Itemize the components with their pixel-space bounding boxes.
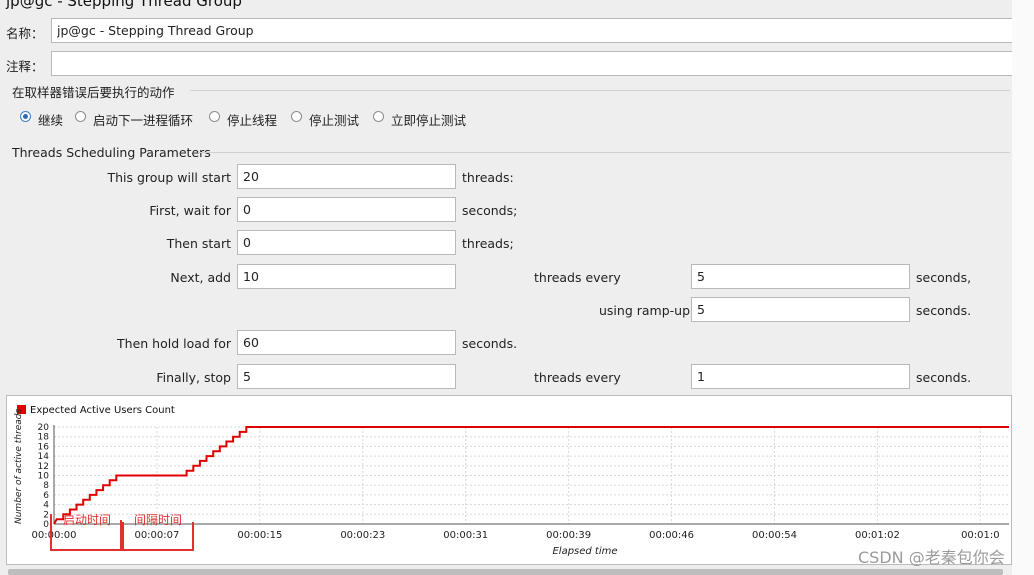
chart-panel: Expected Active Users Count 0 2 4 6 8 10 12 14 1… <box>6 395 1012 565</box>
next-add-unit: seconds, <box>916 270 972 285</box>
first-wait-unit: seconds; <box>462 203 518 218</box>
y-tick-label: 10 <box>38 472 50 482</box>
error-action-separator <box>190 90 1010 91</box>
x-tick-label: 00:01:02 <box>855 530 900 541</box>
ramp-up-label: using ramp-up <box>599 303 691 318</box>
next-add-label: Next, add <box>170 270 231 285</box>
first-wait-input[interactable] <box>237 197 456 222</box>
y-tick-label: 12 <box>38 462 49 472</box>
x-tick-label: 00:00:07 <box>134 530 179 541</box>
then-start-label: Then start <box>166 236 231 251</box>
start-threads-unit: threads: <box>462 170 514 185</box>
radio-label-stop-test: 停止测试 <box>309 113 360 128</box>
radio-label-start-next-loop: 启动下一进程循环 <box>93 113 194 128</box>
ramp-up-unit: seconds. <box>916 303 972 318</box>
finally-stop-interval-input[interactable] <box>691 364 910 389</box>
annotation-startup-time: 启动时间 <box>63 513 111 527</box>
y-tick-label: 18 <box>38 433 50 443</box>
next-add-interval-input[interactable] <box>691 264 910 289</box>
x-tick-label: 00:00:15 <box>237 530 282 541</box>
x-tick-label: 00:00:31 <box>443 530 488 541</box>
y-tick-label: 14 <box>38 452 50 462</box>
first-wait-label: First, wait for <box>149 203 231 218</box>
active-users-chart: Expected Active Users Count 024681012141… <box>14 405 1009 557</box>
start-threads-input[interactable] <box>237 164 456 189</box>
y-tick-label: 6 <box>43 491 49 501</box>
legend-label: Expected Active Users Count <box>30 405 175 416</box>
name-label: 名称： <box>6 26 44 41</box>
x-tick-label: 00:00:46 <box>649 530 694 541</box>
comment-label: 注释： <box>6 59 44 74</box>
radio-dot[interactable] <box>75 111 86 122</box>
finally-stop-mid-label: threads every <box>534 370 621 385</box>
hold-load-unit: seconds. <box>462 336 518 351</box>
scheduling-title: Threads Scheduling Parameters <box>12 145 211 160</box>
x-axis-label: Elapsed time <box>552 546 617 557</box>
radio-label-stop-test-now: 立即停止测试 <box>391 113 467 128</box>
then-start-unit: threads; <box>462 236 514 251</box>
chart-legend: Expected Active Users Count <box>17 405 175 416</box>
annotation-interval-time: 间隔时间 <box>134 513 182 527</box>
radio-label-stop-thread: 停止线程 <box>227 113 278 128</box>
watermark: CSDN @老秦包你会 <box>858 548 1005 567</box>
y-axis-label: Number of active threads <box>14 409 24 524</box>
start-threads-label: This group will start <box>107 170 231 185</box>
y-axis: 02468101214161820 <box>38 423 55 530</box>
name-input[interactable] <box>51 18 1016 43</box>
next-add-input[interactable] <box>237 264 456 289</box>
y-tick-label: 20 <box>38 423 50 433</box>
error-action-title: 在取样器错误后要执行的动作 <box>12 85 175 100</box>
x-tick-label: 00:00:00 <box>32 530 77 541</box>
x-tick-label: 00:00:39 <box>546 530 591 541</box>
radio-dot[interactable] <box>373 111 384 122</box>
finally-stop-label: Finally, stop <box>156 370 231 385</box>
y-tick-label: 8 <box>43 481 49 491</box>
hold-load-label: Then hold load for <box>117 336 231 351</box>
y-tick-label: 0 <box>43 520 49 530</box>
radio-dot-checked[interactable] <box>20 111 31 122</box>
radio-label-continue: 继续 <box>38 113 64 128</box>
finally-stop-input[interactable] <box>237 364 456 389</box>
y-tick-label: 4 <box>43 501 49 511</box>
scheduling-separator <box>198 152 1010 153</box>
x-tick-label: 00:00:23 <box>340 530 385 541</box>
radio-dot[interactable] <box>209 111 220 122</box>
horizontal-scrollbar[interactable] <box>8 569 1003 575</box>
hold-load-input[interactable] <box>237 330 456 355</box>
y-tick-label: 16 <box>38 442 50 452</box>
then-start-input[interactable] <box>237 230 456 255</box>
chart-grid <box>53 426 1009 525</box>
window-title: jp@gc - Stepping Thread Group <box>6 0 242 10</box>
right-edge-panel <box>1012 0 1034 575</box>
next-add-mid-label: threads every <box>534 270 621 285</box>
radio-dot[interactable] <box>291 111 302 122</box>
finally-stop-unit: seconds. <box>916 370 972 385</box>
comment-input[interactable] <box>51 51 1016 76</box>
ramp-up-input[interactable] <box>691 297 910 322</box>
y-tick-label: 2 <box>43 510 49 520</box>
x-tick-label: 00:00:54 <box>752 530 797 541</box>
x-tick-label: 00:01:0 <box>961 530 1000 541</box>
